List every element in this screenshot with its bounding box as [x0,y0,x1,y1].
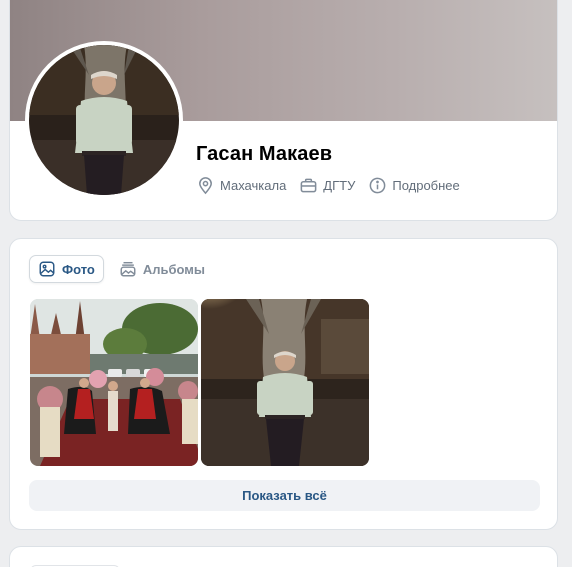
tab-photos-label: Фото [62,261,95,277]
show-all-button[interactable]: Показать всё [29,480,540,511]
photos-card: Фото Альбомы Показать всё [9,238,558,530]
meta-details-label: Подробнее [392,178,460,193]
briefcase-icon [299,176,318,195]
avatar[interactable] [29,45,179,195]
meta-education[interactable]: ДГТУ [299,176,355,195]
photo-performance-icon [30,299,198,466]
info-icon [368,176,387,195]
meta-details[interactable]: Подробнее [368,176,460,195]
photo-tabs: Фото Альбомы [29,255,220,283]
meta-location-label: Махачкала [220,178,287,193]
tab-photos[interactable]: Фото [29,255,104,283]
meta-location[interactable]: Махачкала [196,176,286,195]
next-section-card [9,546,558,567]
location-pin-icon [196,176,215,195]
profile-meta: Махачкала ДГТУ Подробнее [196,176,473,195]
photo-thumbnail-performance[interactable] [30,299,198,466]
meta-education-label: ДГТУ [323,178,356,193]
profile-card: Гасан Макаев Махачкала ДГТУ Подробнее [9,0,558,221]
profile-name: Гасан Макаев [196,143,333,165]
photo-night-portrait-icon [201,299,369,466]
tab-albums[interactable]: Альбомы [111,255,213,283]
photo-thumbnail-night-portrait[interactable] [201,299,369,466]
avatar-photo-icon [29,45,179,195]
image-icon [38,260,56,278]
albums-icon [119,260,137,278]
tab-albums-label: Альбомы [142,261,206,277]
